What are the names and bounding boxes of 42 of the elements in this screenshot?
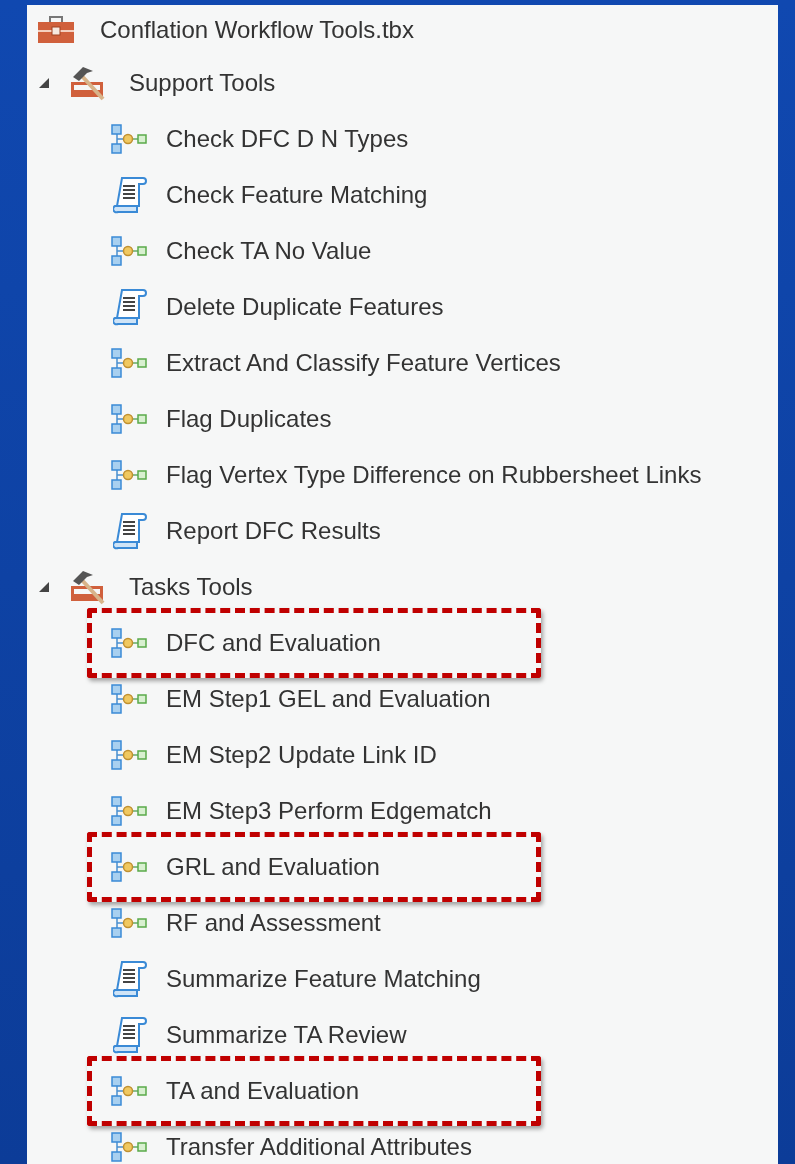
tree-item[interactable]: RF and Assessment xyxy=(166,905,381,941)
model-icon xyxy=(110,403,150,435)
model-icon xyxy=(110,739,150,771)
tree-item[interactable]: Transfer Additional Attributes xyxy=(166,1129,472,1164)
model-icon xyxy=(110,1075,150,1107)
tree-item[interactable]: Check Feature Matching xyxy=(166,177,428,213)
script-icon xyxy=(113,512,147,550)
tree-item[interactable]: Check TA No Value xyxy=(166,233,372,269)
tree-item[interactable]: Flag Vertex Type Difference on Rubbersheet Links xyxy=(166,457,702,493)
script-icon xyxy=(113,1016,147,1054)
script-icon xyxy=(113,960,147,998)
tree-item[interactable]: EM Step2 Update Link ID xyxy=(166,737,437,773)
model-icon xyxy=(110,1131,150,1163)
tree-item[interactable]: EM Step3 Perform Edgematch xyxy=(166,793,492,829)
model-icon xyxy=(110,347,150,379)
tree-item[interactable]: Report DFC Results xyxy=(166,513,381,549)
expander-icon[interactable] xyxy=(37,76,51,90)
model-icon xyxy=(110,459,150,491)
tree-item[interactable]: DFC and Evaluation xyxy=(166,625,381,661)
tree-item[interactable]: Flag Duplicates xyxy=(166,401,332,437)
tree-item[interactable]: EM Step1 GEL and Evaluation xyxy=(166,681,491,717)
model-icon xyxy=(110,683,150,715)
tree-item[interactable]: Summarize Feature Matching xyxy=(166,961,481,997)
expander-icon[interactable] xyxy=(37,580,51,594)
model-icon xyxy=(110,907,150,939)
tree-item[interactable]: Tasks Tools xyxy=(129,569,253,605)
tree-item[interactable]: Conflation Workflow Tools.tbx xyxy=(100,12,414,48)
tree-item[interactable]: Delete Duplicate Features xyxy=(166,289,444,325)
script-icon xyxy=(113,288,147,326)
model-icon xyxy=(110,235,150,267)
tree-item[interactable]: Extract And Classify Feature Vertices xyxy=(166,345,561,381)
model-icon xyxy=(110,851,150,883)
tree-item[interactable]: Support Tools xyxy=(129,65,276,101)
script-icon xyxy=(113,176,147,214)
tree-item[interactable]: Summarize TA Review xyxy=(166,1017,407,1053)
model-icon xyxy=(110,795,150,827)
toolbox-icon xyxy=(36,15,76,45)
model-icon xyxy=(110,123,150,155)
model-icon xyxy=(110,627,150,659)
tree-item[interactable]: Check DFC D N Types xyxy=(166,121,409,157)
tree-item[interactable]: TA and Evaluation xyxy=(166,1073,360,1109)
tree-item[interactable]: GRL and Evaluation xyxy=(166,849,380,885)
